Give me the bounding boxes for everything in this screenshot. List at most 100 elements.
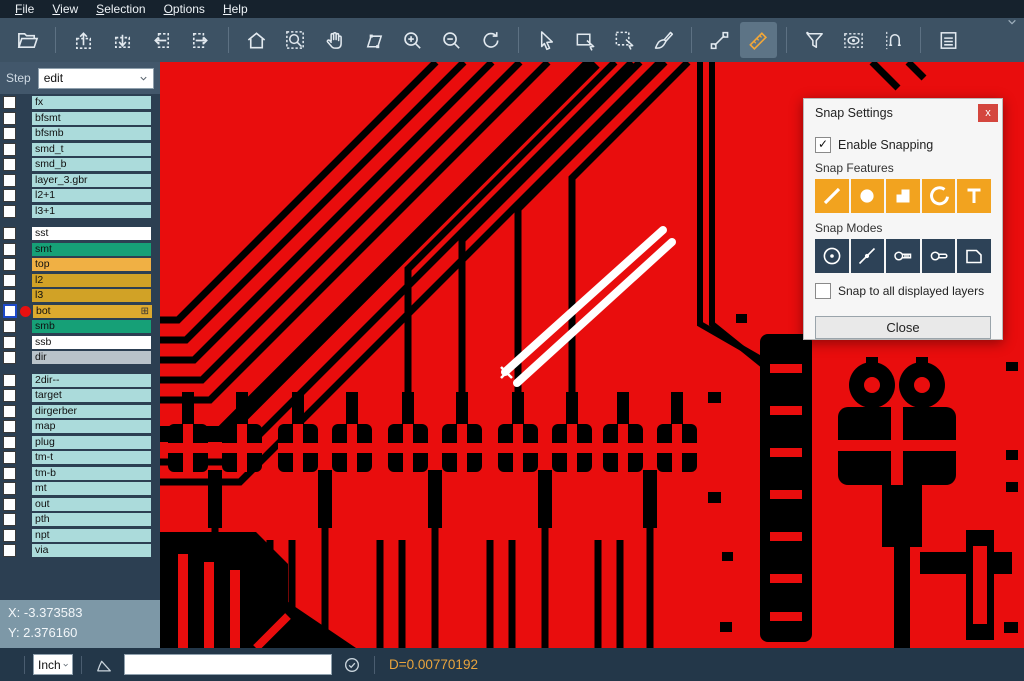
layer-name-field[interactable]: mt (32, 482, 151, 495)
layer-visibility-checkbox[interactable] (3, 336, 16, 349)
layer-name-field[interactable]: tm-b (32, 467, 151, 480)
layer-name-field[interactable]: smd_t (32, 143, 151, 156)
layer-visibility-checkbox[interactable] (3, 289, 16, 302)
layer-visibility-checkbox[interactable] (3, 189, 16, 202)
layer-name-field[interactable]: l3 (32, 289, 151, 302)
toolbar-overflow-chevron-down-icon[interactable] (1004, 14, 1020, 30)
zoom-object-button[interactable] (355, 22, 392, 58)
snap-feature-line-button[interactable] (815, 179, 849, 213)
dialog-close-button[interactable]: x (978, 104, 998, 122)
open-file-button[interactable] (9, 22, 46, 58)
layer-visibility-checkbox[interactable] (3, 112, 16, 125)
layer-name-field[interactable]: dir (32, 351, 151, 364)
layer-name-field[interactable]: fx (32, 96, 151, 109)
layer-visibility-checkbox[interactable] (3, 227, 16, 240)
zoom-in-button[interactable] (394, 22, 431, 58)
zoom-window-button[interactable] (277, 22, 314, 58)
layer-name-field[interactable]: ssb (32, 336, 151, 349)
layer-visibility-checkbox[interactable] (3, 243, 16, 256)
filter-button[interactable] (796, 22, 833, 58)
select-reference-button[interactable] (606, 22, 643, 58)
ruler-button[interactable] (740, 22, 777, 58)
layer-name-field[interactable]: l2 (32, 274, 151, 287)
layer-name-field[interactable]: l2+1 (32, 189, 151, 202)
step-dropdown[interactable]: edit (38, 68, 154, 89)
layer-name-field[interactable]: via (32, 544, 151, 557)
layer-name-field[interactable]: npt (32, 529, 151, 542)
unit-dropdown[interactable]: Inch (33, 654, 73, 675)
layer-name-field[interactable]: map (32, 420, 151, 433)
layer-name-field[interactable]: plug (32, 436, 151, 449)
box-arrow-right-button[interactable] (182, 22, 219, 58)
layer-name-field[interactable]: smd_b (32, 158, 151, 171)
menu-view[interactable]: View (43, 0, 87, 18)
corner-angle-icon[interactable] (94, 655, 114, 675)
zoom-out-button[interactable] (433, 22, 470, 58)
layer-visibility-checkbox[interactable] (3, 389, 16, 402)
layer-name-field[interactable]: tm-t (32, 451, 151, 464)
layer-name-field[interactable]: 2dir-- (32, 374, 151, 387)
layer-visibility-checkbox[interactable] (3, 143, 16, 156)
select-cursor-button[interactable] (528, 22, 565, 58)
layer-name-field[interactable]: sst (32, 227, 151, 240)
snap-mode-point-on-feature-button[interactable] (851, 239, 885, 273)
layer-name-field[interactable]: pth (32, 513, 151, 526)
layer-name-field[interactable]: smb (32, 320, 151, 333)
layer-visibility-checkbox[interactable] (3, 158, 16, 171)
snap-mode-pad-entry-button[interactable] (886, 239, 920, 273)
layer-name-field[interactable]: out (32, 498, 151, 511)
zoom-previous-button[interactable] (472, 22, 509, 58)
brush-button[interactable] (645, 22, 682, 58)
layer-visibility-checkbox[interactable] (3, 258, 16, 271)
layer-visibility-checkbox[interactable] (3, 304, 17, 318)
layer-visibility-checkbox[interactable] (3, 205, 16, 218)
snap-all-layers-checkbox[interactable] (815, 283, 831, 299)
layer-visibility-checkbox[interactable] (3, 436, 16, 449)
circle-check-icon[interactable] (342, 655, 362, 675)
snap-mode-vertex-button[interactable] (957, 239, 991, 273)
layer-name-field[interactable]: dirgerber (32, 405, 151, 418)
dialog-title-bar[interactable]: Snap Settings x (804, 99, 1002, 127)
layer-name-field[interactable]: layer_3.gbr (32, 174, 151, 187)
measure-distance-button[interactable] (701, 22, 738, 58)
box-arrow-down-button[interactable] (104, 22, 141, 58)
snap-mode-center-button[interactable] (815, 239, 849, 273)
layer-visibility-checkbox[interactable] (3, 405, 16, 418)
layer-visibility-checkbox[interactable] (3, 529, 16, 542)
layer-visibility-checkbox[interactable] (3, 467, 16, 480)
layer-visibility-checkbox[interactable] (3, 320, 16, 333)
layer-visibility-checkbox[interactable] (3, 274, 16, 287)
box-arrow-left-button[interactable] (143, 22, 180, 58)
snap-feature-surface-button[interactable] (886, 179, 920, 213)
layer-name-field[interactable]: bfsmt (32, 112, 151, 125)
view-options-button[interactable] (835, 22, 872, 58)
home-view-button[interactable] (238, 22, 275, 58)
report-button[interactable] (930, 22, 967, 58)
layer-visibility-checkbox[interactable] (3, 451, 16, 464)
layer-visibility-checkbox[interactable] (3, 351, 16, 364)
snap-feature-text-button[interactable] (957, 179, 991, 213)
box-arrow-up-button[interactable] (65, 22, 102, 58)
layer-visibility-checkbox[interactable] (3, 482, 16, 495)
select-rect-button[interactable] (567, 22, 604, 58)
layer-visibility-checkbox[interactable] (3, 498, 16, 511)
layer-name-field[interactable]: bot⊞ (33, 305, 152, 318)
layer-visibility-checkbox[interactable] (3, 420, 16, 433)
layer-visibility-checkbox[interactable] (3, 544, 16, 557)
layer-visibility-checkbox[interactable] (3, 127, 16, 140)
layer-name-field[interactable]: bfsmb (32, 127, 151, 140)
menu-selection[interactable]: Selection (87, 0, 154, 18)
enable-snapping-checkbox[interactable]: ✓ (815, 137, 831, 153)
snap-mode-pad-exit-button[interactable] (922, 239, 956, 273)
layer-visibility-checkbox[interactable] (3, 96, 16, 109)
menu-file[interactable]: File (6, 0, 43, 18)
close-button[interactable]: Close (815, 316, 991, 339)
snap-feature-arc-button[interactable] (922, 179, 956, 213)
layer-name-field[interactable]: l3+1 (32, 205, 151, 218)
layer-name-field[interactable]: target (32, 389, 151, 402)
pan-button[interactable] (316, 22, 353, 58)
measure-input[interactable] (124, 654, 332, 675)
menu-help[interactable]: Help (214, 0, 257, 18)
layer-name-field[interactable]: smt (32, 243, 151, 256)
menu-options[interactable]: Options (155, 0, 214, 18)
